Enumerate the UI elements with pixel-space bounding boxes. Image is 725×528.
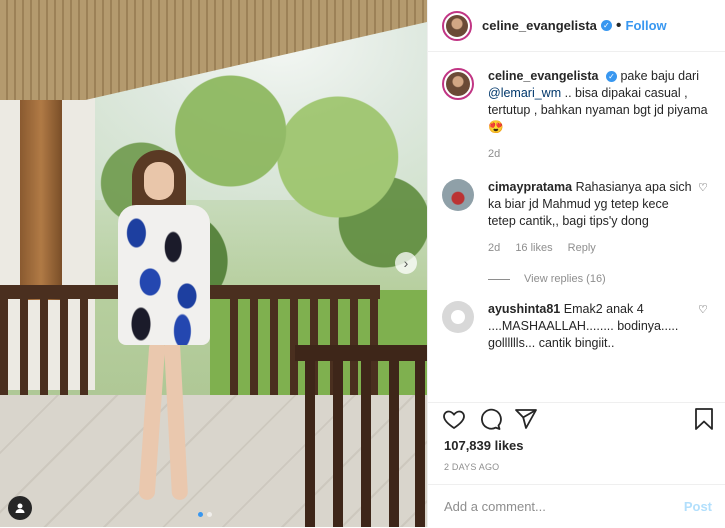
comment-age[interactable]: 2d bbox=[488, 242, 500, 254]
add-comment-bar: Add a comment... Post bbox=[428, 484, 725, 528]
comment: cimaypratama Rahasianya apa sich ka biar… bbox=[442, 179, 712, 257]
comment: ayushinta81 Emak2 anak 4 ....MASHAALLAH.… bbox=[442, 301, 712, 352]
comment-username[interactable]: ayushinta81 bbox=[488, 302, 560, 316]
post-date[interactable]: 2 DAYS AGO bbox=[444, 462, 499, 472]
photo-railing-front bbox=[295, 345, 427, 527]
caption-mention[interactable]: @lemari_wm bbox=[488, 86, 561, 100]
comment-like-icon[interactable]: ♡ bbox=[698, 181, 712, 257]
view-replies-label: View replies (16) bbox=[524, 273, 606, 285]
comments-list[interactable]: celine_evangelista ✓ pake baju dari @lem… bbox=[428, 52, 725, 404]
photo-person bbox=[110, 150, 220, 527]
share-icon[interactable] bbox=[514, 407, 538, 431]
verified-badge-icon: ✓ bbox=[600, 20, 612, 31]
follow-button[interactable]: Follow bbox=[626, 18, 667, 33]
view-replies-button[interactable]: View replies (16) bbox=[488, 273, 712, 285]
comment-input[interactable]: Add a comment... bbox=[444, 499, 684, 514]
reply-button[interactable]: Reply bbox=[568, 242, 596, 254]
caption: celine_evangelista ✓ pake baju dari @lem… bbox=[442, 68, 712, 163]
next-photo-icon[interactable]: › bbox=[395, 252, 417, 274]
instagram-post: › celine_evangelista ✓ • Follow celine_e… bbox=[0, 0, 725, 527]
carousel-dots bbox=[198, 512, 212, 517]
post-button[interactable]: Post bbox=[684, 499, 712, 514]
heart-icon[interactable] bbox=[442, 407, 466, 431]
action-bar bbox=[428, 402, 725, 437]
caption-text-before: pake baju dari bbox=[620, 69, 699, 83]
avatar[interactable] bbox=[442, 10, 472, 41]
user-tag-icon[interactable] bbox=[8, 496, 32, 520]
verified-badge-icon: ✓ bbox=[605, 71, 617, 83]
comment-icon[interactable] bbox=[478, 407, 502, 431]
header-dot: • bbox=[615, 16, 622, 34]
likes-count[interactable]: 107,839 likes bbox=[444, 438, 524, 453]
avatar[interactable] bbox=[442, 301, 474, 333]
caption-age[interactable]: 2d bbox=[488, 148, 500, 160]
avatar[interactable] bbox=[442, 68, 474, 100]
post-header: celine_evangelista ✓ • Follow bbox=[428, 0, 725, 52]
caption-username[interactable]: celine_evangelista bbox=[488, 69, 598, 83]
post-photo[interactable]: › bbox=[0, 0, 427, 527]
comment-like-icon[interactable]: ♡ bbox=[698, 303, 712, 352]
avatar[interactable] bbox=[442, 179, 474, 211]
header-username[interactable]: celine_evangelista bbox=[482, 18, 597, 33]
comment-username[interactable]: cimaypratama bbox=[488, 180, 572, 194]
post-side-panel: celine_evangelista ✓ • Follow celine_eva… bbox=[427, 0, 725, 527]
comment-likes[interactable]: 16 likes bbox=[515, 242, 552, 254]
bookmark-icon[interactable] bbox=[692, 407, 716, 431]
